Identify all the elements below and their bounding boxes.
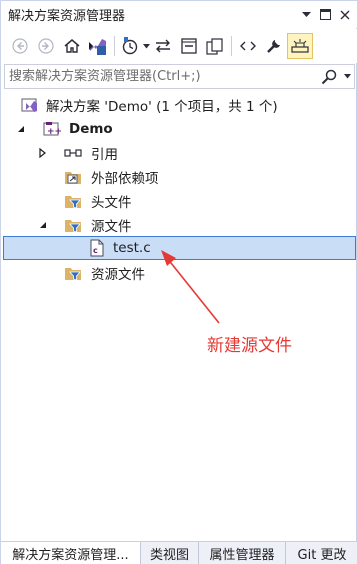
tab-git-changes[interactable]: Git 更改 bbox=[286, 542, 357, 564]
bottom-tab-strip: 解决方案资源管理... 类视图 属性管理器 Git 更改 bbox=[1, 541, 357, 564]
solution-explorer-panel: 解决方案资源管理器 搜索解决方案资源管理器(Ctrl+;) 解决方案 'Demo… bbox=[0, 0, 357, 564]
tab-class-view[interactable]: 类视图 bbox=[141, 542, 199, 564]
annotation-arrow bbox=[161, 250, 220, 324]
tab-solution-explorer[interactable]: 解决方案资源管理... bbox=[1, 542, 141, 564]
annotation-label: 新建源文件 bbox=[207, 336, 292, 356]
tab-property-manager[interactable]: 属性管理器 bbox=[199, 542, 286, 564]
